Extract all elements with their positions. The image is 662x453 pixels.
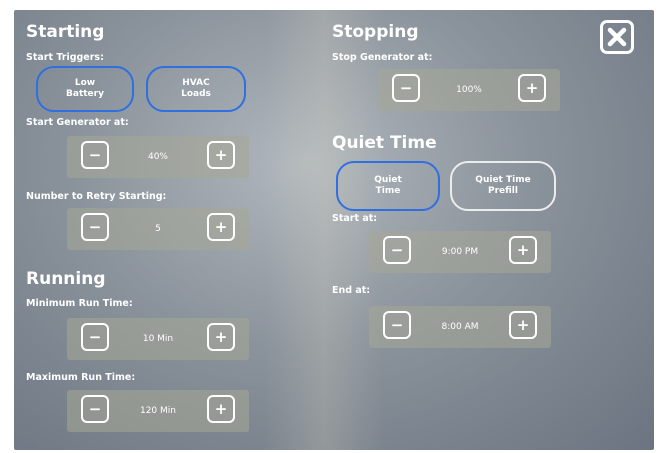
quiet-time-prefill-button[interactable]: Quiet Time Prefill (450, 161, 556, 211)
low-battery-trigger-button[interactable]: Low Battery (36, 66, 134, 112)
stop-generator-at-value: 100% (456, 85, 482, 95)
quiet-end-at-value: 8:00 AM (441, 322, 479, 332)
quiet-time-prefill-line1: Quiet Time (475, 175, 531, 185)
quiet-end-at-label: End at: (332, 285, 371, 296)
stop-generator-at-label: Stop Generator at: (332, 52, 433, 63)
start-generator-at-label: Start Generator at: (26, 117, 129, 128)
maximum-run-time-decrement-button[interactable]: − (81, 395, 109, 423)
retry-starting-stepper: − 5 + (67, 208, 249, 250)
quiet-end-at-increment-button[interactable]: + (509, 311, 537, 339)
start-generator-at-decrement-button[interactable]: − (81, 141, 109, 169)
generator-settings-screen: Starting Start Triggers: Low Battery HVA… (14, 10, 654, 450)
quiet-time-button[interactable]: Quiet Time (336, 161, 440, 211)
quiet-start-at-stepper: − 9:00 PM + (369, 231, 551, 273)
low-battery-trigger-line2: Battery (66, 89, 104, 99)
quiet-start-at-increment-button[interactable]: + (509, 236, 537, 264)
minimum-run-time-decrement-button[interactable]: − (81, 323, 109, 351)
running-heading: Running (26, 269, 106, 289)
start-generator-at-value: 40% (147, 152, 168, 162)
quiet-start-at-value: 9:00 PM (441, 247, 479, 257)
stop-generator-at-increment-button[interactable]: + (518, 74, 546, 102)
quiet-time-heading: Quiet Time (332, 133, 437, 153)
retry-starting-label: Number to Retry Starting: (26, 191, 167, 202)
quiet-time-button-line1: Quiet (374, 175, 402, 185)
hvac-loads-trigger-line2: Loads (181, 89, 211, 99)
hvac-loads-trigger-button[interactable]: HVAC Loads (146, 66, 246, 112)
stop-generator-at-decrement-button[interactable]: − (392, 74, 420, 102)
start-generator-at-stepper: − 40% + (67, 136, 249, 178)
retry-starting-decrement-button[interactable]: − (81, 213, 109, 241)
starting-heading: Starting (26, 22, 105, 42)
minimum-run-time-stepper: − 10 Min + (67, 318, 249, 360)
start-triggers-label: Start Triggers: (26, 52, 104, 63)
retry-starting-increment-button[interactable]: + (207, 213, 235, 241)
start-generator-at-increment-button[interactable]: + (207, 141, 235, 169)
quiet-end-at-decrement-button[interactable]: − (383, 311, 411, 339)
maximum-run-time-increment-button[interactable]: + (207, 395, 235, 423)
quiet-time-button-line2: Time (375, 186, 401, 196)
close-icon (607, 27, 627, 47)
minimum-run-time-label: Minimum Run Time: (26, 298, 133, 309)
low-battery-trigger-line1: Low (74, 78, 96, 88)
quiet-time-prefill-line2: Prefill (488, 186, 518, 196)
screen-glare (264, 10, 384, 450)
maximum-run-time-label: Maximum Run Time: (26, 372, 136, 383)
retry-starting-value: 5 (155, 224, 161, 234)
maximum-run-time-value: 120 Min (139, 406, 176, 416)
quiet-start-at-decrement-button[interactable]: − (383, 236, 411, 264)
quiet-end-at-stepper: − 8:00 AM + (369, 306, 551, 348)
minimum-run-time-increment-button[interactable]: + (207, 323, 235, 351)
stop-generator-at-stepper: − 100% + (378, 69, 560, 111)
hvac-loads-trigger-line1: HVAC (182, 78, 210, 88)
stopping-heading: Stopping (332, 22, 419, 42)
minimum-run-time-value: 10 Min (142, 334, 174, 344)
maximum-run-time-stepper: − 120 Min + (67, 390, 249, 432)
close-button[interactable] (600, 20, 634, 54)
quiet-start-at-label: Start at: (332, 213, 378, 224)
